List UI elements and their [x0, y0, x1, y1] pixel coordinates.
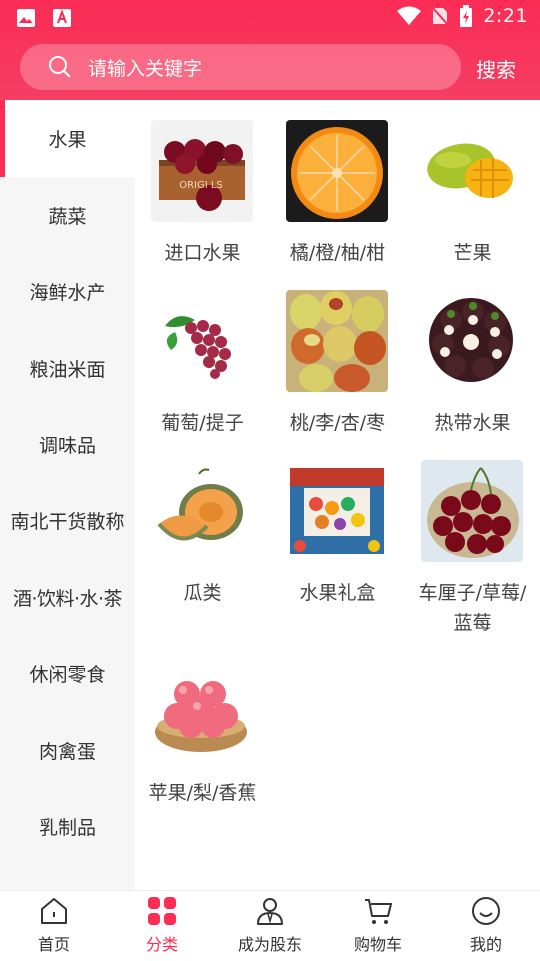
battery-icon	[460, 5, 473, 27]
subcategory-label: 橘/橙/柚/柑	[289, 242, 386, 264]
subcategory-label: 车厘子/草莓/蓝莓	[418, 582, 527, 634]
subcategory-grid: ORIGI LS 进口水果 橘/橙/柚/柑 芒果 葡萄/提子 桃/李/杏/枣 热…	[135, 100, 540, 890]
search-placeholder: 请输入关键字	[88, 58, 203, 80]
search-input[interactable]: 请输入关键字	[20, 44, 461, 90]
subcategory-mango[interactable]: 芒果	[405, 100, 540, 270]
profile-icon	[472, 897, 500, 925]
imported-fruit-box-image: ORIGI LS	[151, 120, 253, 222]
header: 2:21 请输入关键字 搜索	[0, 0, 540, 100]
cart-icon	[365, 899, 392, 924]
cherry-image	[421, 460, 523, 562]
sidebar-item-snacks[interactable]: 休闲零食	[0, 635, 135, 712]
search-icon	[49, 56, 71, 78]
gallery-notification-icon	[17, 9, 35, 27]
sidebar-item-dairy[interactable]: 乳制品	[0, 788, 135, 865]
no-sim-icon	[431, 6, 450, 26]
mango-image	[421, 120, 523, 222]
subcategory-label: 进口水果	[164, 242, 241, 264]
subcategory-tropical[interactable]: 热带水果	[405, 270, 540, 440]
tab-cart[interactable]: 购物车	[324, 891, 432, 961]
status-time: 2:21	[483, 5, 528, 27]
sidebar-item-dried-goods[interactable]: 南北干货散称	[0, 482, 135, 559]
search-button[interactable]: 搜索	[476, 54, 516, 83]
fruit-gift-box-image	[286, 460, 388, 562]
sidebar-item-drinks[interactable]: 酒·饮料·水·茶	[0, 559, 135, 636]
subcategory-label: 芒果	[453, 242, 492, 264]
app-notification-icon	[53, 9, 71, 27]
sidebar-item-seasoning[interactable]: 调味品	[0, 406, 135, 483]
subcategory-label: 瓜类	[183, 582, 222, 604]
tab-label: 我的	[469, 935, 502, 954]
sidebar-item-vegetables[interactable]: 蔬菜	[0, 177, 135, 254]
tab-profile[interactable]: 我的	[432, 891, 540, 961]
tab-label: 首页	[37, 935, 70, 954]
svg-text:ORIGI LS: ORIGI LS	[179, 180, 223, 191]
subcategory-label: 水果礼盒	[299, 582, 376, 604]
tab-category[interactable]: 分类	[108, 891, 216, 961]
subcategory-label: 葡萄/提子	[161, 412, 244, 434]
mangosteen-image	[421, 290, 523, 392]
subcategory-berries[interactable]: 车厘子/草莓/蓝莓	[405, 440, 540, 640]
grape-image	[151, 290, 253, 392]
tab-label: 成为股东	[237, 935, 302, 954]
jujube-image	[286, 290, 388, 392]
sidebar-item-fruit[interactable]: 水果	[0, 100, 135, 177]
shareholder-icon	[257, 898, 283, 925]
tab-label: 分类	[145, 935, 178, 954]
sidebar-item-seafood[interactable]: 海鲜水产	[0, 253, 135, 330]
orange-image	[286, 120, 388, 222]
tab-home[interactable]: 首页	[0, 891, 108, 961]
subcategory-label: 桃/李/杏/枣	[289, 412, 386, 434]
category-icon	[148, 897, 176, 925]
tab-label: 购物车	[353, 935, 402, 954]
category-sidebar: 水果 蔬菜 海鲜水产 粮油米面 调味品 南北干货散称 酒·饮料·水·茶 休闲零食…	[0, 100, 135, 890]
bottom-tab-bar: 首页 分类 成为股东 购物车 我的	[0, 890, 540, 960]
subcategory-imported-fruit[interactable]: ORIGI LS 进口水果	[135, 100, 270, 270]
wifi-icon	[397, 6, 422, 25]
sidebar-item-meat-eggs[interactable]: 肉禽蛋	[0, 712, 135, 789]
subcategory-stone-fruit[interactable]: 桃/李/杏/枣	[270, 270, 405, 440]
subcategory-citrus[interactable]: 橘/橙/柚/柑	[270, 100, 405, 270]
apple-image	[151, 660, 253, 762]
subcategory-label: 热带水果	[434, 412, 511, 434]
melon-image	[151, 460, 253, 562]
subcategory-grape[interactable]: 葡萄/提子	[135, 270, 270, 440]
subcategory-label: 苹果/梨/香蕉	[148, 782, 257, 804]
status-bar: 2:21	[0, 0, 540, 36]
subcategory-gift-box[interactable]: 水果礼盒	[270, 440, 405, 640]
tab-shareholder[interactable]: 成为股东	[216, 891, 324, 961]
subcategory-apple[interactable]: 苹果/梨/香蕉	[135, 640, 270, 810]
sidebar-item-grain-oil[interactable]: 粮油米面	[0, 330, 135, 407]
subcategory-melon[interactable]: 瓜类	[135, 440, 270, 640]
home-icon	[41, 898, 67, 924]
